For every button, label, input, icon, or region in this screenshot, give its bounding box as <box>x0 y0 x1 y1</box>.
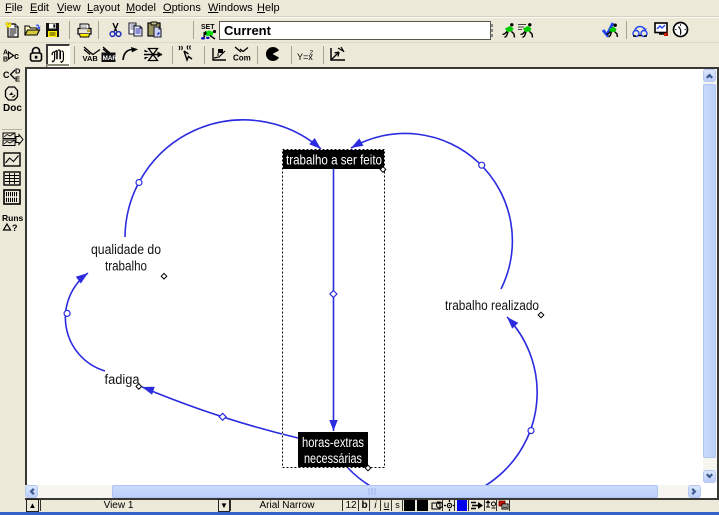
svg-text:E: E <box>15 75 20 84</box>
svg-text:VAB: VAB <box>83 54 99 63</box>
svg-text:trabalho: trabalho <box>105 259 147 274</box>
svg-text:B: B <box>3 57 8 64</box>
svg-text:qualidade do: qualidade do <box>91 242 161 257</box>
svg-text:?: ? <box>12 223 18 233</box>
svg-text:c: c <box>14 51 19 61</box>
svg-text:A: A <box>3 50 8 57</box>
svg-text:SET: SET <box>201 24 215 31</box>
svg-text:2: 2 <box>310 50 314 57</box>
svg-text:Com: Com <box>233 54 251 63</box>
svg-text:trabalho realizado: trabalho realizado <box>445 298 539 313</box>
svg-text:MAR: MAR <box>103 55 118 62</box>
svg-text:C: C <box>3 70 10 80</box>
svg-text:trabalho a ser feito: trabalho a ser feito <box>286 153 382 168</box>
svg-text:necessárias: necessárias <box>304 451 362 466</box>
svg-text:fadiga: fadiga <box>105 372 140 387</box>
svg-text:horas-extras: horas-extras <box>302 435 364 450</box>
